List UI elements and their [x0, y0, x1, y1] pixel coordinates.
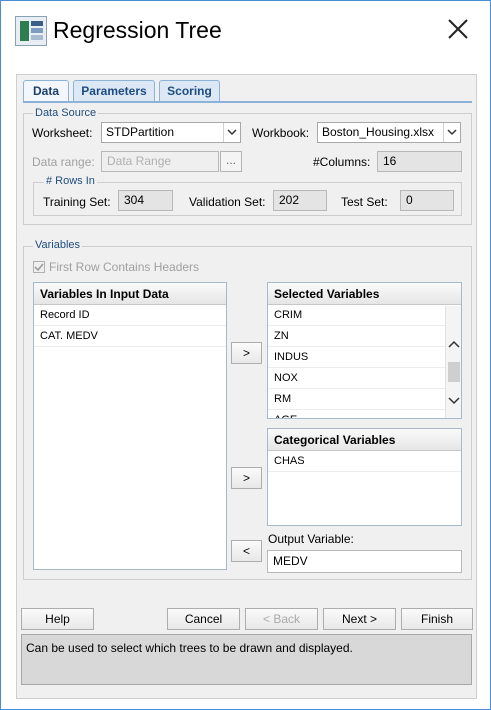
training-set-value: 304	[118, 190, 173, 211]
workbook-value: Boston_Housing.xlsx	[322, 125, 435, 139]
list-item[interactable]: AGE	[268, 410, 461, 418]
test-set-label: Test Set:	[341, 195, 388, 209]
worksheet-value: STDPartition	[106, 125, 175, 139]
window-title: Regression Tree	[53, 17, 222, 43]
output-variable-field[interactable]: MEDV	[267, 550, 462, 573]
chevron-down-icon[interactable]	[443, 123, 460, 142]
help-button[interactable]: Help	[21, 608, 94, 630]
workbook-label: Workbook:	[252, 126, 310, 140]
help-text-box: Can be used to select which trees to be …	[21, 634, 472, 685]
test-set-value: 0	[400, 190, 454, 211]
rows-in-legend: # Rows In	[44, 175, 97, 187]
tab-data[interactable]: Data	[23, 80, 69, 102]
worksheet-label: Worksheet:	[32, 126, 93, 140]
list-item[interactable]: RM	[268, 389, 461, 410]
selected-variables-list[interactable]: Selected Variables CRIM ZN INDUS NOX RM …	[267, 282, 462, 419]
chevron-down-icon[interactable]	[223, 123, 240, 142]
list-item[interactable]: CRIM	[268, 305, 461, 326]
variables-legend: Variables	[33, 239, 83, 251]
input-variables-list[interactable]: Variables In Input Data Record ID CAT. M…	[33, 282, 227, 570]
list-item[interactable]: NOX	[268, 368, 461, 389]
workbook-select[interactable]: Boston_Housing.xlsx	[317, 122, 461, 143]
move-to-output-button[interactable]: <	[231, 540, 262, 562]
close-icon[interactable]	[444, 15, 472, 43]
move-to-selected-button[interactable]: >	[231, 342, 262, 364]
training-set-label: Training Set:	[43, 195, 111, 209]
list-item[interactable]: INDUS	[268, 347, 461, 368]
tab-scoring[interactable]: Scoring	[159, 80, 220, 102]
output-variable-label: Output Variable:	[268, 532, 354, 546]
data-range-input[interactable]: Data Range	[101, 151, 219, 172]
tab-underline	[23, 101, 472, 103]
tab-parameters[interactable]: Parameters	[73, 80, 155, 102]
app-icon	[15, 16, 47, 46]
worksheet-select[interactable]: STDPartition	[101, 122, 241, 143]
list-item[interactable]: ZN	[268, 326, 461, 347]
categorical-variables-header: Categorical Variables	[268, 429, 461, 451]
browse-button[interactable]: ...	[220, 151, 242, 172]
selected-variables-scrollbar[interactable]	[445, 306, 461, 418]
move-to-categorical-button[interactable]: >	[231, 467, 262, 489]
title-bar: Regression Tree	[1, 1, 490, 63]
cancel-button[interactable]: Cancel	[167, 608, 240, 630]
finish-button[interactable]: Finish	[401, 608, 473, 630]
back-button[interactable]: < Back	[245, 608, 318, 630]
list-item[interactable]: CAT. MEDV	[34, 326, 226, 347]
input-variables-header: Variables In Input Data	[34, 283, 226, 305]
data-range-label: Data range:	[32, 155, 95, 169]
next-button[interactable]: Next >	[323, 608, 396, 630]
list-item[interactable]: Record ID	[34, 305, 226, 326]
regression-tree-dialog: Regression Tree Data Parameters Scoring …	[0, 0, 491, 710]
first-row-headers-checkbox[interactable]	[33, 261, 45, 273]
selected-variables-header: Selected Variables	[268, 283, 461, 305]
columns-value: 16	[377, 151, 462, 172]
validation-set-value: 202	[273, 190, 327, 211]
validation-set-label: Validation Set:	[189, 195, 266, 209]
data-source-legend: Data Source	[33, 107, 99, 119]
categorical-variables-list[interactable]: Categorical Variables CHAS	[267, 428, 462, 526]
first-row-headers-label: First Row Contains Headers	[49, 260, 200, 274]
list-item[interactable]: CHAS	[268, 451, 461, 472]
columns-label: #Columns:	[313, 155, 371, 169]
